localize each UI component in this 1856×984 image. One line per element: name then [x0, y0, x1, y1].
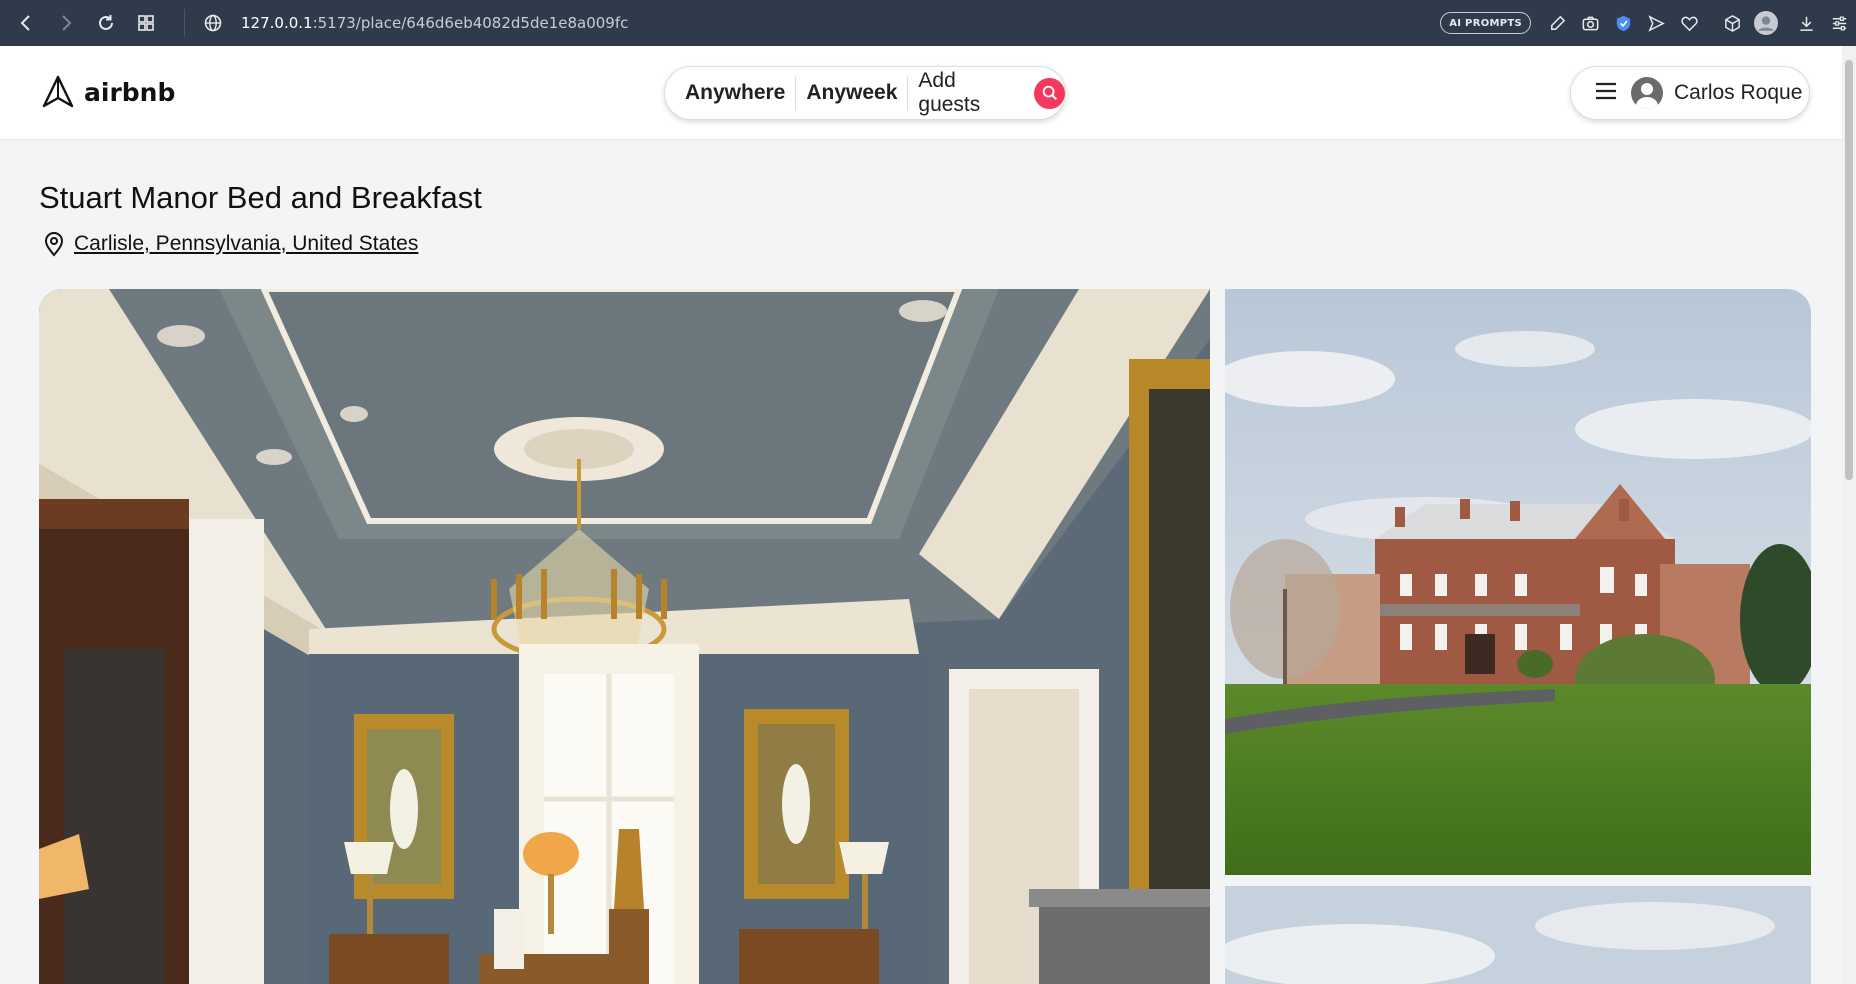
back-icon — [20, 15, 30, 31]
profile-button[interactable] — [1749, 0, 1782, 46]
side-photo-top[interactable] — [1225, 289, 1811, 875]
camera-icon — [1582, 16, 1599, 30]
listing-title: Stuart Manor Bed and Breakfast — [39, 180, 482, 215]
tabs-grid-icon — [138, 15, 154, 31]
download-button[interactable] — [1790, 0, 1823, 46]
main-photo[interactable] — [39, 289, 1210, 984]
hamburger-icon — [1596, 82, 1616, 100]
search-bar[interactable]: Anywhere Anyweek Add guests — [664, 66, 1066, 120]
scrollbar-thumb[interactable] — [1845, 60, 1853, 480]
send-button[interactable] — [1640, 0, 1673, 46]
edit-icon — [1551, 15, 1566, 30]
toolbar-divider — [184, 9, 185, 37]
favorite-button[interactable] — [1673, 0, 1706, 46]
sliders-icon — [1832, 16, 1847, 30]
back-button[interactable] — [6, 0, 46, 46]
reload-icon — [99, 15, 113, 30]
avatar — [1631, 77, 1663, 109]
url-host: 127.0.0.1 — [241, 14, 313, 32]
shield-button[interactable] — [1607, 0, 1640, 46]
url-text: 127.0.0.1:5173/place/646d6eb4082d5de1e8a… — [241, 14, 628, 32]
side-photo-bottom[interactable] — [1225, 886, 1811, 984]
manor-exterior-photo — [1225, 289, 1811, 875]
page-scrollbar[interactable] — [1842, 46, 1856, 984]
browser-extensions: AI PROMPTS — [1440, 0, 1856, 46]
ai-prompts-button[interactable]: AI PROMPTS — [1440, 12, 1531, 34]
search-guests[interactable]: Add guests — [908, 69, 1032, 117]
logo-text: airbnb — [84, 77, 176, 107]
drawing-room-photo — [39, 289, 1210, 984]
profile-icon — [1753, 11, 1778, 35]
user-name: Carlos Roque — [1674, 81, 1803, 104]
search-icon — [1042, 85, 1057, 101]
map-pin-icon — [44, 232, 64, 257]
menu-toggle — [1593, 78, 1619, 108]
user-menu-button[interactable]: Carlos Roque — [1570, 66, 1810, 120]
logo-link[interactable]: airbnb — [40, 74, 175, 110]
browser-toolbar: 127.0.0.1:5173/place/646d6eb4082d5de1e8a… — [0, 0, 1856, 46]
send-icon — [1648, 14, 1665, 32]
settings-button[interactable] — [1823, 0, 1856, 46]
url-path: :5173/place/646d6eb4082d5de1e8a009fc — [312, 14, 629, 32]
heart-icon — [1681, 16, 1698, 31]
search-button[interactable] — [1034, 77, 1065, 109]
download-icon — [1800, 16, 1813, 31]
box-icon — [1725, 14, 1740, 32]
search-when[interactable]: Anyweek — [796, 81, 907, 105]
sky-photo — [1225, 886, 1811, 984]
forward-button[interactable] — [46, 0, 86, 46]
screenshot-button[interactable] — [1574, 0, 1607, 46]
extensions-button[interactable] — [1716, 0, 1749, 46]
globe-icon — [204, 14, 222, 32]
listing-location: Carlisle, Pennsylvania, United States — [40, 230, 418, 258]
address-link[interactable]: Carlisle, Pennsylvania, United States — [74, 232, 418, 256]
site-header: airbnb Anywhere Anyweek Add guests Carlo… — [0, 46, 1856, 140]
forward-icon — [62, 15, 72, 31]
reload-button[interactable] — [86, 0, 126, 46]
address-bar[interactable]: 127.0.0.1:5173/place/646d6eb4082d5de1e8a… — [184, 0, 628, 46]
search-where[interactable]: Anywhere — [685, 81, 795, 105]
edit-button[interactable] — [1541, 0, 1574, 46]
logo-icon — [42, 75, 74, 108]
shield-icon — [1616, 15, 1631, 31]
tabs-button[interactable] — [126, 0, 166, 46]
